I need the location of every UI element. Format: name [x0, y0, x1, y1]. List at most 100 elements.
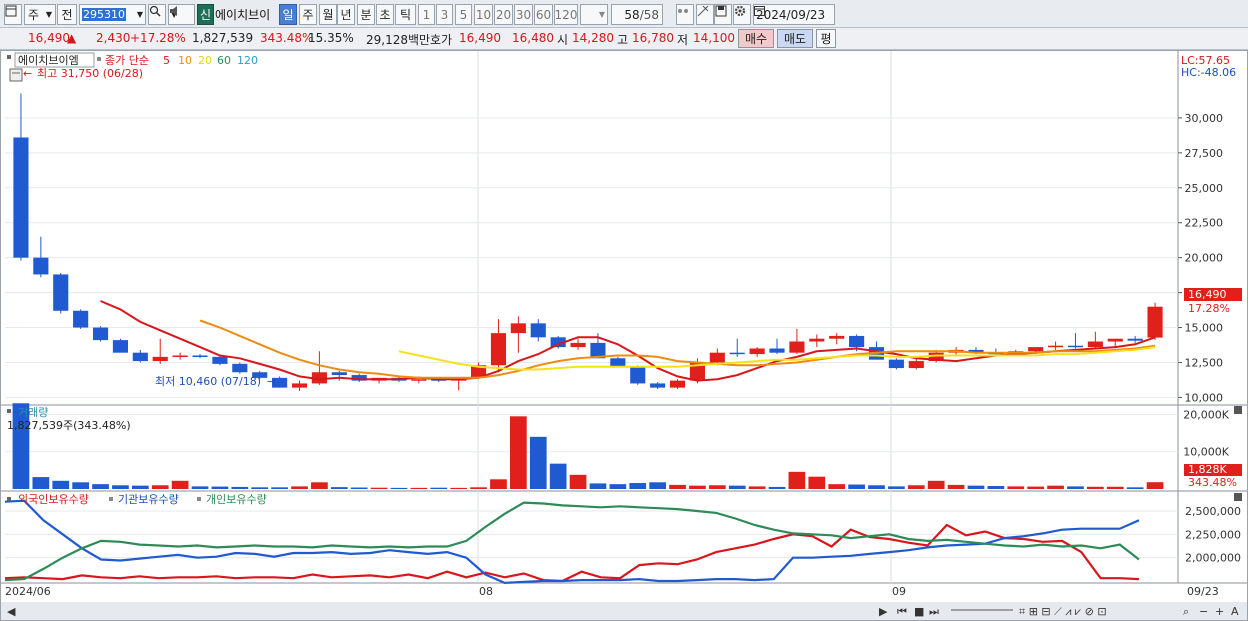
interval-dropdown[interactable]: ▼ [580, 4, 608, 25]
price-tick-label: 22,500 [1185, 217, 1224, 230]
crosshair-icon[interactable] [676, 4, 694, 25]
period-tick[interactable]: 틱 [395, 4, 416, 25]
open-price: 14,280 [572, 31, 614, 45]
close-icon[interactable] [1234, 493, 1242, 501]
current-price: 16,490 [28, 31, 70, 45]
zoom-in-icon[interactable]: + [1215, 605, 1224, 618]
volume-bar [728, 485, 746, 489]
volume-tick-label: 10,000K [1183, 446, 1229, 459]
market-select[interactable]: 주 ▼ [24, 4, 56, 25]
candle-body [1107, 338, 1123, 342]
stop-icon[interactable]: ■ [914, 605, 924, 618]
quote-bar: 16,490 ▲ 2,430 +17.28% 1,827,539 343.48%… [0, 28, 1248, 50]
volume-bar [1047, 485, 1064, 489]
period-second[interactable]: 초 [376, 4, 394, 25]
volume-bar [410, 487, 428, 489]
calendar-icon[interactable] [754, 5, 765, 16]
font-size-icon[interactable]: A [1231, 605, 1239, 618]
candle-body [650, 383, 666, 388]
volume-bar [848, 484, 865, 489]
gear-icon[interactable] [733, 4, 751, 25]
sell-button[interactable]: 매도 [777, 29, 813, 48]
volume-bar [390, 487, 408, 489]
price-tick-label: 25,000 [1185, 182, 1224, 195]
candle-body [1028, 347, 1044, 352]
volume-bar [1027, 486, 1045, 489]
ma-line-5 [100, 300, 1156, 382]
high-label: 고 [617, 33, 629, 47]
candle-body [530, 323, 546, 338]
draw-tool-icon[interactable] [696, 4, 714, 25]
fast-forward-icon[interactable]: ⏭ [929, 605, 939, 618]
turnover-rate: 15.35% [308, 31, 354, 45]
holdings-panel [4, 499, 1140, 585]
search-icon[interactable]: ⌕ [1183, 605, 1189, 618]
interval-3[interactable]: 3 [436, 4, 453, 25]
volume-bar [967, 485, 985, 489]
ma-10-label: 10 [178, 54, 192, 67]
market-label: 주 [28, 8, 40, 22]
volume-panel [12, 403, 1164, 489]
rewind-icon[interactable]: ⏮ [897, 605, 907, 618]
count-field[interactable]: 58/58 [611, 4, 663, 25]
interval-60[interactable]: 60 [534, 4, 553, 25]
volume-title: 거래량 [18, 406, 48, 419]
stock-code-input[interactable]: 295310 ▼ [79, 4, 146, 25]
period-minute[interactable]: 분 [357, 4, 375, 25]
interval-120[interactable]: 120 [554, 4, 578, 25]
interval-10[interactable]: 10 [474, 4, 493, 25]
interval-20[interactable]: 20 [494, 4, 513, 25]
zoom-out-icon[interactable]: − [1199, 605, 1208, 618]
period-week[interactable]: 주 [299, 4, 317, 25]
new-stock-badge[interactable]: 신 [197, 4, 214, 25]
price-tick-label: 27,500 [1185, 147, 1224, 160]
candle-body [291, 383, 308, 388]
search-icon[interactable] [148, 4, 166, 25]
chart-canvas[interactable]: 10,00012,50015,00017,50020,00022,50025,0… [1, 51, 1247, 620]
volume-bar [450, 487, 468, 489]
candle-body [411, 379, 427, 381]
volume-bar [52, 480, 70, 489]
last-price-tag-text: 16,490 [1188, 288, 1227, 301]
scroll-left-icon[interactable]: ◀ [7, 605, 16, 618]
avg-button[interactable]: 평 [816, 29, 836, 48]
date-input[interactable]: 2024/09/23 [753, 4, 835, 25]
close-icon[interactable] [1234, 406, 1242, 414]
ma-20-label: 20 [198, 54, 212, 67]
volume-bar [490, 479, 507, 489]
interval-30[interactable]: 30 [514, 4, 533, 25]
candle-body [1127, 338, 1143, 341]
tools-icon[interactable]: ⌗ ⊞ ⊟ ⟋ ⩘ ⩗ ⊘ ⊡ [1019, 605, 1107, 618]
buy-button[interactable]: 매수 [738, 29, 774, 48]
ma-line-10 [199, 319, 1156, 379]
gear-icon-glyph [734, 5, 746, 17]
volume-bar [311, 482, 328, 489]
speaker-icon[interactable]: ▼ [168, 4, 195, 25]
panel-bullet [7, 409, 11, 413]
price-panel [13, 93, 1163, 391]
layout-icon[interactable] [4, 4, 22, 25]
volume-bar [1146, 482, 1164, 489]
speaker-icon-glyph [170, 6, 177, 16]
interval-1[interactable]: 1 [418, 4, 435, 25]
volume-bar [569, 474, 587, 489]
trade-amount: 29,128백만 [366, 33, 431, 47]
chart-area[interactable]: 10,00012,50015,00017,50020,00022,50025,0… [0, 50, 1248, 621]
x-label-08: 08 [479, 585, 493, 598]
period-day[interactable]: 일 [279, 4, 297, 25]
candle-body [729, 352, 745, 355]
date-value: 2024/09/23 [756, 7, 826, 22]
save-icon[interactable] [714, 4, 732, 25]
calendar-icon[interactable] [9, 68, 23, 82]
last-volume-tag-text: 1,828K [1188, 463, 1227, 476]
period-month[interactable]: 월 [319, 4, 337, 25]
prev-button[interactable]: 전 [57, 4, 77, 25]
layout-icon-glyph [5, 5, 17, 17]
period-year[interactable]: 년 [337, 4, 355, 25]
candle-body [232, 363, 248, 373]
chevron-down-icon: ▼ [136, 10, 143, 19]
candle-body [849, 335, 865, 348]
scroll-right-icon[interactable]: ▶ [879, 605, 888, 618]
hc-label: HC:-48.06 [1181, 66, 1236, 79]
interval-5[interactable]: 5 [455, 4, 472, 25]
